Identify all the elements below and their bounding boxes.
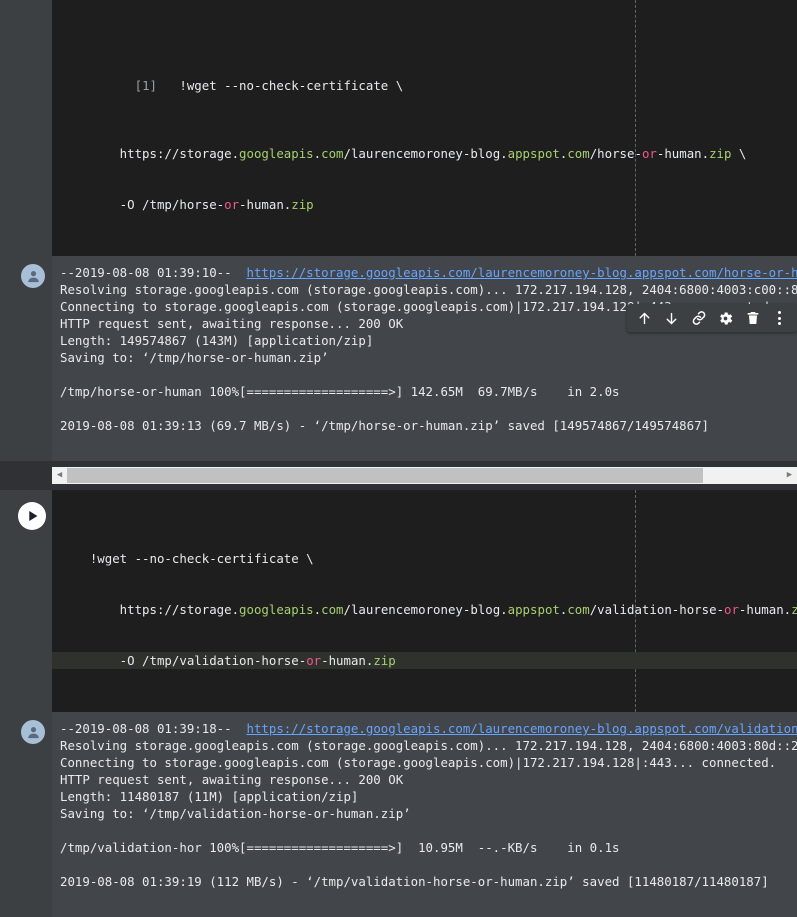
output-line: Resolving storage.googleapis.com (storag…	[60, 281, 797, 298]
output-line: HTTP request sent, awaiting response... …	[60, 771, 797, 788]
output-cell-2: --2019-08-08 01:39:18-- https://storage.…	[0, 712, 797, 917]
code-token-com2: com	[567, 146, 589, 161]
output-line	[60, 890, 797, 907]
more-options-button[interactable]	[766, 305, 793, 332]
output-line: 2019-08-08 01:39:13 (69.7 MB/s) - ‘/tmp/…	[60, 417, 797, 434]
code-token-zip: zip	[373, 653, 395, 668]
scroll-right-arrow-icon[interactable]: ▶	[782, 471, 797, 480]
output-cell-2-body: --2019-08-08 01:39:18-- https://storage.…	[52, 712, 797, 917]
output-line	[60, 822, 797, 839]
output-url-link[interactable]: https://storage.googleapis.com/laurencem…	[247, 265, 797, 280]
output-line: --2019-08-08 01:39:10-- https://storage.…	[60, 264, 797, 281]
output-line: Connecting to storage.googleapis.com (st…	[60, 754, 797, 771]
scrollbar-track[interactable]	[67, 467, 782, 484]
code-line[interactable]: !wget --no-check-certificate \	[52, 550, 797, 567]
output-line: /tmp/horse-or-human 100%[===============…	[60, 383, 797, 400]
code-cell-1-gutter	[0, 0, 52, 256]
output-cell-1-gutter	[0, 256, 52, 461]
code-token-or: or	[224, 197, 239, 212]
code-token-zip: zip	[791, 602, 797, 617]
code-cell-1[interactable]: [1] !wget --no-check-certificate \ https…	[0, 0, 797, 256]
code-token-googleapis: googleapis	[239, 602, 314, 617]
delete-cell-button[interactable]	[739, 305, 766, 332]
code-token-or: or	[306, 653, 321, 668]
code-token-appspot: appspot	[508, 602, 560, 617]
output-line	[60, 856, 797, 873]
code-token-com: com	[321, 146, 343, 161]
user-avatar-icon	[21, 720, 45, 744]
user-avatar-icon	[21, 264, 45, 288]
code-line[interactable]: https://storage.googleapis.com/laurencem…	[52, 145, 797, 162]
scrollbar-track-container[interactable]: ◀ ▶	[52, 467, 797, 484]
output-line: --2019-08-08 01:39:18-- https://storage.…	[60, 720, 797, 737]
output-cell-2-gutter	[0, 712, 52, 917]
scroll-left-arrow-icon[interactable]: ◀	[52, 471, 67, 480]
output-line: 2019-08-08 01:39:19 (112 MB/s) - ‘/tmp/v…	[60, 873, 797, 890]
move-cell-down-button[interactable]	[658, 305, 685, 332]
output-line	[60, 434, 797, 451]
output-url-link[interactable]: https://storage.googleapis.com/laurencem…	[247, 721, 797, 736]
output-line	[60, 366, 797, 383]
code-token-zip: zip	[291, 197, 313, 212]
code-token-zip: zip	[709, 146, 731, 161]
code-token-com: com	[321, 602, 343, 617]
code-token-googleapis: googleapis	[239, 146, 314, 161]
output-cell-1: --2019-08-08 01:39:10-- https://storage.…	[0, 256, 797, 461]
code-token-com2: com	[567, 602, 589, 617]
output-cell-1-body: --2019-08-08 01:39:10-- https://storage.…	[52, 256, 797, 461]
code-cell-2-gutter	[0, 490, 52, 712]
output-line: /tmp/validation-hor 100%[===============…	[60, 839, 797, 856]
output-line: Saving to: ‘/tmp/horse-or-human.zip’	[60, 349, 797, 366]
code-text: !wget --no-check-certificate \	[157, 78, 403, 93]
code-token-or: or	[724, 602, 739, 617]
code-token-appspot: appspot	[508, 146, 560, 161]
output-horizontal-scrollbar[interactable]: ◀ ▶	[0, 461, 797, 490]
output-timestamp: --2019-08-08 01:39:10--	[60, 265, 247, 280]
move-cell-up-button[interactable]	[631, 305, 658, 332]
output-line: Saving to: ‘/tmp/validation-horse-or-hum…	[60, 805, 797, 822]
column-guide	[635, 0, 636, 256]
cell-toolbar[interactable]	[627, 304, 797, 332]
code-token-or: or	[642, 146, 657, 161]
code-line[interactable]: -O /tmp/horse-or-human.zip	[52, 196, 797, 213]
output-line: Length: 149574867 (143M) [application/zi…	[60, 332, 797, 349]
output-timestamp: --2019-08-08 01:39:18--	[60, 721, 247, 736]
link-to-cell-button[interactable]	[685, 305, 712, 332]
execution-count: [1]	[135, 78, 157, 93]
vertical-dots-icon	[778, 311, 781, 325]
cell-settings-button[interactable]	[712, 305, 739, 332]
code-line[interactable]: [1] !wget --no-check-certificate \	[52, 60, 797, 111]
notebook-canvas: [1] !wget --no-check-certificate \ https…	[0, 0, 797, 601]
output-line	[60, 400, 797, 417]
code-cell-2[interactable]: !wget --no-check-certificate \ https://s…	[0, 490, 797, 712]
output-line: Resolving storage.googleapis.com (storag…	[60, 737, 797, 754]
scrollbar-thumb[interactable]	[67, 468, 703, 483]
code-cell-1-editor[interactable]: [1] !wget --no-check-certificate \ https…	[52, 0, 797, 256]
output-line: Length: 11480187 (11M) [application/zip]	[60, 788, 797, 805]
code-text: https://storage.	[60, 146, 239, 161]
code-cell-2-editor[interactable]: !wget --no-check-certificate \ https://s…	[52, 490, 797, 712]
run-cell-button[interactable]	[18, 502, 46, 530]
code-line[interactable]: https://storage.googleapis.com/laurencem…	[52, 601, 797, 618]
code-line-active[interactable]: -O /tmp/validation-horse-or-human.zip	[52, 652, 797, 669]
